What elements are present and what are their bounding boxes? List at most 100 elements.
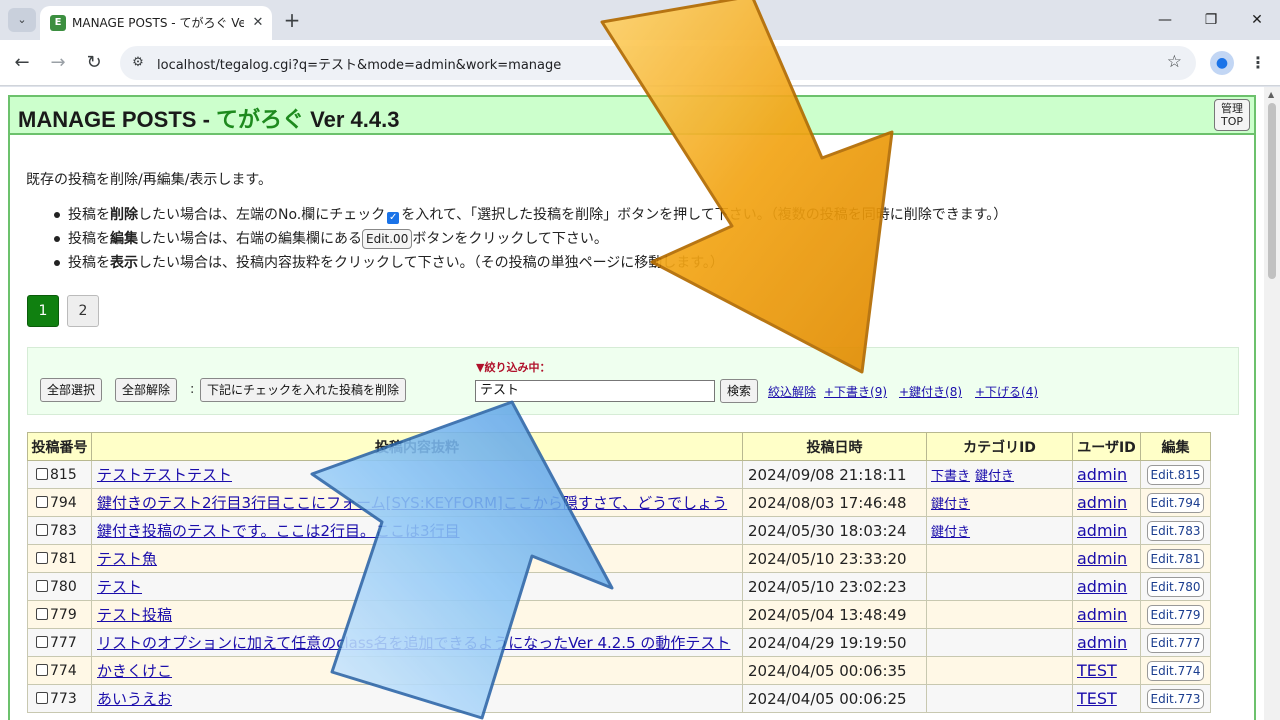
user-cell: admin	[1072, 488, 1141, 517]
post-excerpt-link[interactable]: テスト	[97, 576, 737, 597]
post-excerpt-link[interactable]: テストテストテスト	[97, 464, 737, 485]
category-link[interactable]: 鍵付き	[975, 469, 1014, 484]
header-post-no[interactable]: 投稿番号	[27, 432, 92, 461]
help-item-delete: 投稿を削除したい場合は、左端のNo.欄にチェック ✓ を入れて、「選択した投稿を削除…	[53, 203, 1007, 227]
user-link[interactable]: TEST	[1077, 689, 1117, 708]
search-input[interactable]: テスト	[475, 380, 715, 402]
edit-button[interactable]: Edit.773	[1146, 688, 1205, 709]
post-number: 773	[50, 690, 77, 707]
clear-filter-link[interactable]: 絞込解除	[768, 383, 816, 400]
row-checkbox[interactable]	[36, 663, 48, 676]
delete-checked-button[interactable]: 下記にチェックを入れた投稿を削除	[200, 378, 407, 402]
row-checkbox[interactable]	[36, 467, 48, 480]
table-row: 774 かきくけこ 2024/04/05 00:06:35 TEST Edit.774	[27, 656, 1211, 685]
user-link[interactable]: admin	[1077, 605, 1127, 624]
minimize-icon[interactable]: —	[1142, 6, 1188, 34]
separator-colon: :	[190, 382, 195, 397]
post-no-cell: 781	[27, 544, 92, 573]
row-checkbox[interactable]	[36, 607, 48, 620]
page-scrollbar[interactable]: ▲	[1264, 87, 1280, 720]
header-date[interactable]: 投稿日時	[742, 432, 927, 461]
new-tab-plus-icon[interactable]: +	[280, 8, 304, 32]
browser-tab[interactable]: E MANAGE POSTS - てがろぐ Ver 4.4.3 ✕	[40, 6, 272, 40]
scroll-up-arrow-icon[interactable]: ▲	[1268, 90, 1274, 99]
edit-button[interactable]: Edit.777	[1146, 632, 1205, 653]
edit-button[interactable]: Edit.779	[1146, 604, 1205, 625]
site-info-icon[interactable]: ⚙	[128, 53, 148, 73]
help-text: したい場合は、左端のNo.欄にチェック	[138, 207, 386, 223]
row-checkbox[interactable]	[36, 635, 48, 648]
lowered-filter-link[interactable]: +下げる(4)	[975, 383, 1038, 400]
category-cell: 鍵付き	[926, 488, 1073, 517]
window-close-icon[interactable]: ✕	[1234, 6, 1280, 34]
row-checkbox[interactable]	[36, 495, 48, 508]
search-button[interactable]: 検索	[720, 379, 759, 403]
forward-arrow-icon[interactable]: →	[44, 49, 72, 77]
post-number: 774	[50, 662, 77, 679]
browser-menu-icon[interactable]: ⋮	[1248, 51, 1268, 75]
category-link[interactable]: 鍵付き	[931, 525, 970, 540]
category-link[interactable]: 鍵付き	[931, 497, 970, 512]
help-text: 投稿を	[68, 231, 110, 247]
help-bold: 表示	[110, 255, 138, 271]
post-excerpt-link[interactable]: リストのオプションに加えて任意のclass名を追加できるようになったVer 4.…	[97, 632, 737, 653]
page-2-button[interactable]: 2	[67, 295, 99, 327]
user-cell: admin	[1072, 600, 1141, 629]
post-excerpt-link[interactable]: 鍵付き投稿のテストです。ここは2行目。ここは3行目	[97, 520, 737, 541]
post-excerpt-link[interactable]: テスト投稿	[97, 604, 737, 625]
user-link[interactable]: admin	[1077, 577, 1127, 596]
edit-cell: Edit.781	[1140, 544, 1211, 573]
user-cell: admin	[1072, 460, 1141, 489]
user-link[interactable]: admin	[1077, 465, 1127, 484]
url-text[interactable]: localhost/tegalog.cgi?q=テスト&mode=admin&w…	[157, 54, 561, 73]
edit-cell: Edit.777	[1140, 628, 1211, 657]
user-link[interactable]: TEST	[1077, 661, 1117, 680]
user-link[interactable]: admin	[1077, 493, 1127, 512]
user-cell: TEST	[1072, 656, 1141, 685]
edit-button[interactable]: Edit.781	[1146, 548, 1205, 569]
edit-button[interactable]: Edit.783	[1146, 520, 1205, 541]
post-number: 783	[50, 522, 77, 539]
locked-filter-link[interactable]: +鍵付き(8)	[899, 383, 962, 400]
tab-close-icon[interactable]: ✕	[248, 13, 268, 33]
post-date: 2024/04/05 00:06:35	[742, 656, 927, 685]
edit-button[interactable]: Edit.774	[1146, 660, 1205, 681]
post-excerpt-link[interactable]: あいうえお	[97, 688, 737, 709]
reload-icon[interactable]: ↻	[80, 49, 108, 77]
post-number: 777	[50, 634, 77, 651]
category-link[interactable]: 下書き	[931, 469, 970, 484]
scrollbar-thumb[interactable]	[1268, 103, 1276, 279]
tab-search-chevron-icon[interactable]: ⌄	[8, 8, 36, 32]
row-checkbox[interactable]	[36, 691, 48, 704]
back-arrow-icon[interactable]: ←	[8, 49, 36, 77]
edit-button[interactable]: Edit.780	[1146, 576, 1205, 597]
address-bar[interactable]: ⚙ localhost/tegalog.cgi?q=テスト&mode=admin…	[120, 46, 1196, 80]
user-link[interactable]: admin	[1077, 549, 1127, 568]
restore-icon[interactable]: ❐	[1188, 6, 1234, 34]
user-cell: admin	[1072, 572, 1141, 601]
edit-button[interactable]: Edit.794	[1146, 492, 1205, 513]
posts-table-body: 815 テストテストテスト 2024/09/08 21:18:11 下書き 鍵付き adm…	[27, 460, 1211, 713]
excerpt-cell: あいうえお	[91, 684, 743, 713]
user-link[interactable]: admin	[1077, 633, 1127, 652]
excerpt-cell: かきくけこ	[91, 656, 743, 685]
category-cell	[926, 600, 1073, 629]
row-checkbox[interactable]	[36, 579, 48, 592]
post-number: 815	[50, 466, 77, 483]
profile-avatar-icon[interactable]: ●	[1210, 51, 1234, 75]
excerpt-cell: テスト投稿	[91, 600, 743, 629]
page-1-button[interactable]: 1	[27, 295, 59, 327]
user-link[interactable]: admin	[1077, 521, 1127, 540]
row-checkbox[interactable]	[36, 523, 48, 536]
select-all-button[interactable]: 全部選択	[40, 378, 103, 402]
row-checkbox[interactable]	[36, 551, 48, 564]
category-cell	[926, 628, 1073, 657]
post-excerpt-link[interactable]: かきくけこ	[97, 660, 737, 681]
deselect-all-button[interactable]: 全部解除	[115, 378, 178, 402]
admin-top-button[interactable]: 管理 TOP	[1214, 99, 1250, 131]
draft-filter-link[interactable]: +下書き(9)	[824, 383, 887, 400]
post-excerpt-link[interactable]: テスト魚	[97, 548, 737, 569]
edit-button[interactable]: Edit.815	[1146, 464, 1205, 485]
bookmark-star-icon[interactable]: ☆	[1167, 52, 1182, 72]
post-excerpt-link[interactable]: 鍵付きのテスト2行目3行目ここにフォーム[SYS:KEYFORM]ここから隠すさ…	[97, 492, 737, 513]
